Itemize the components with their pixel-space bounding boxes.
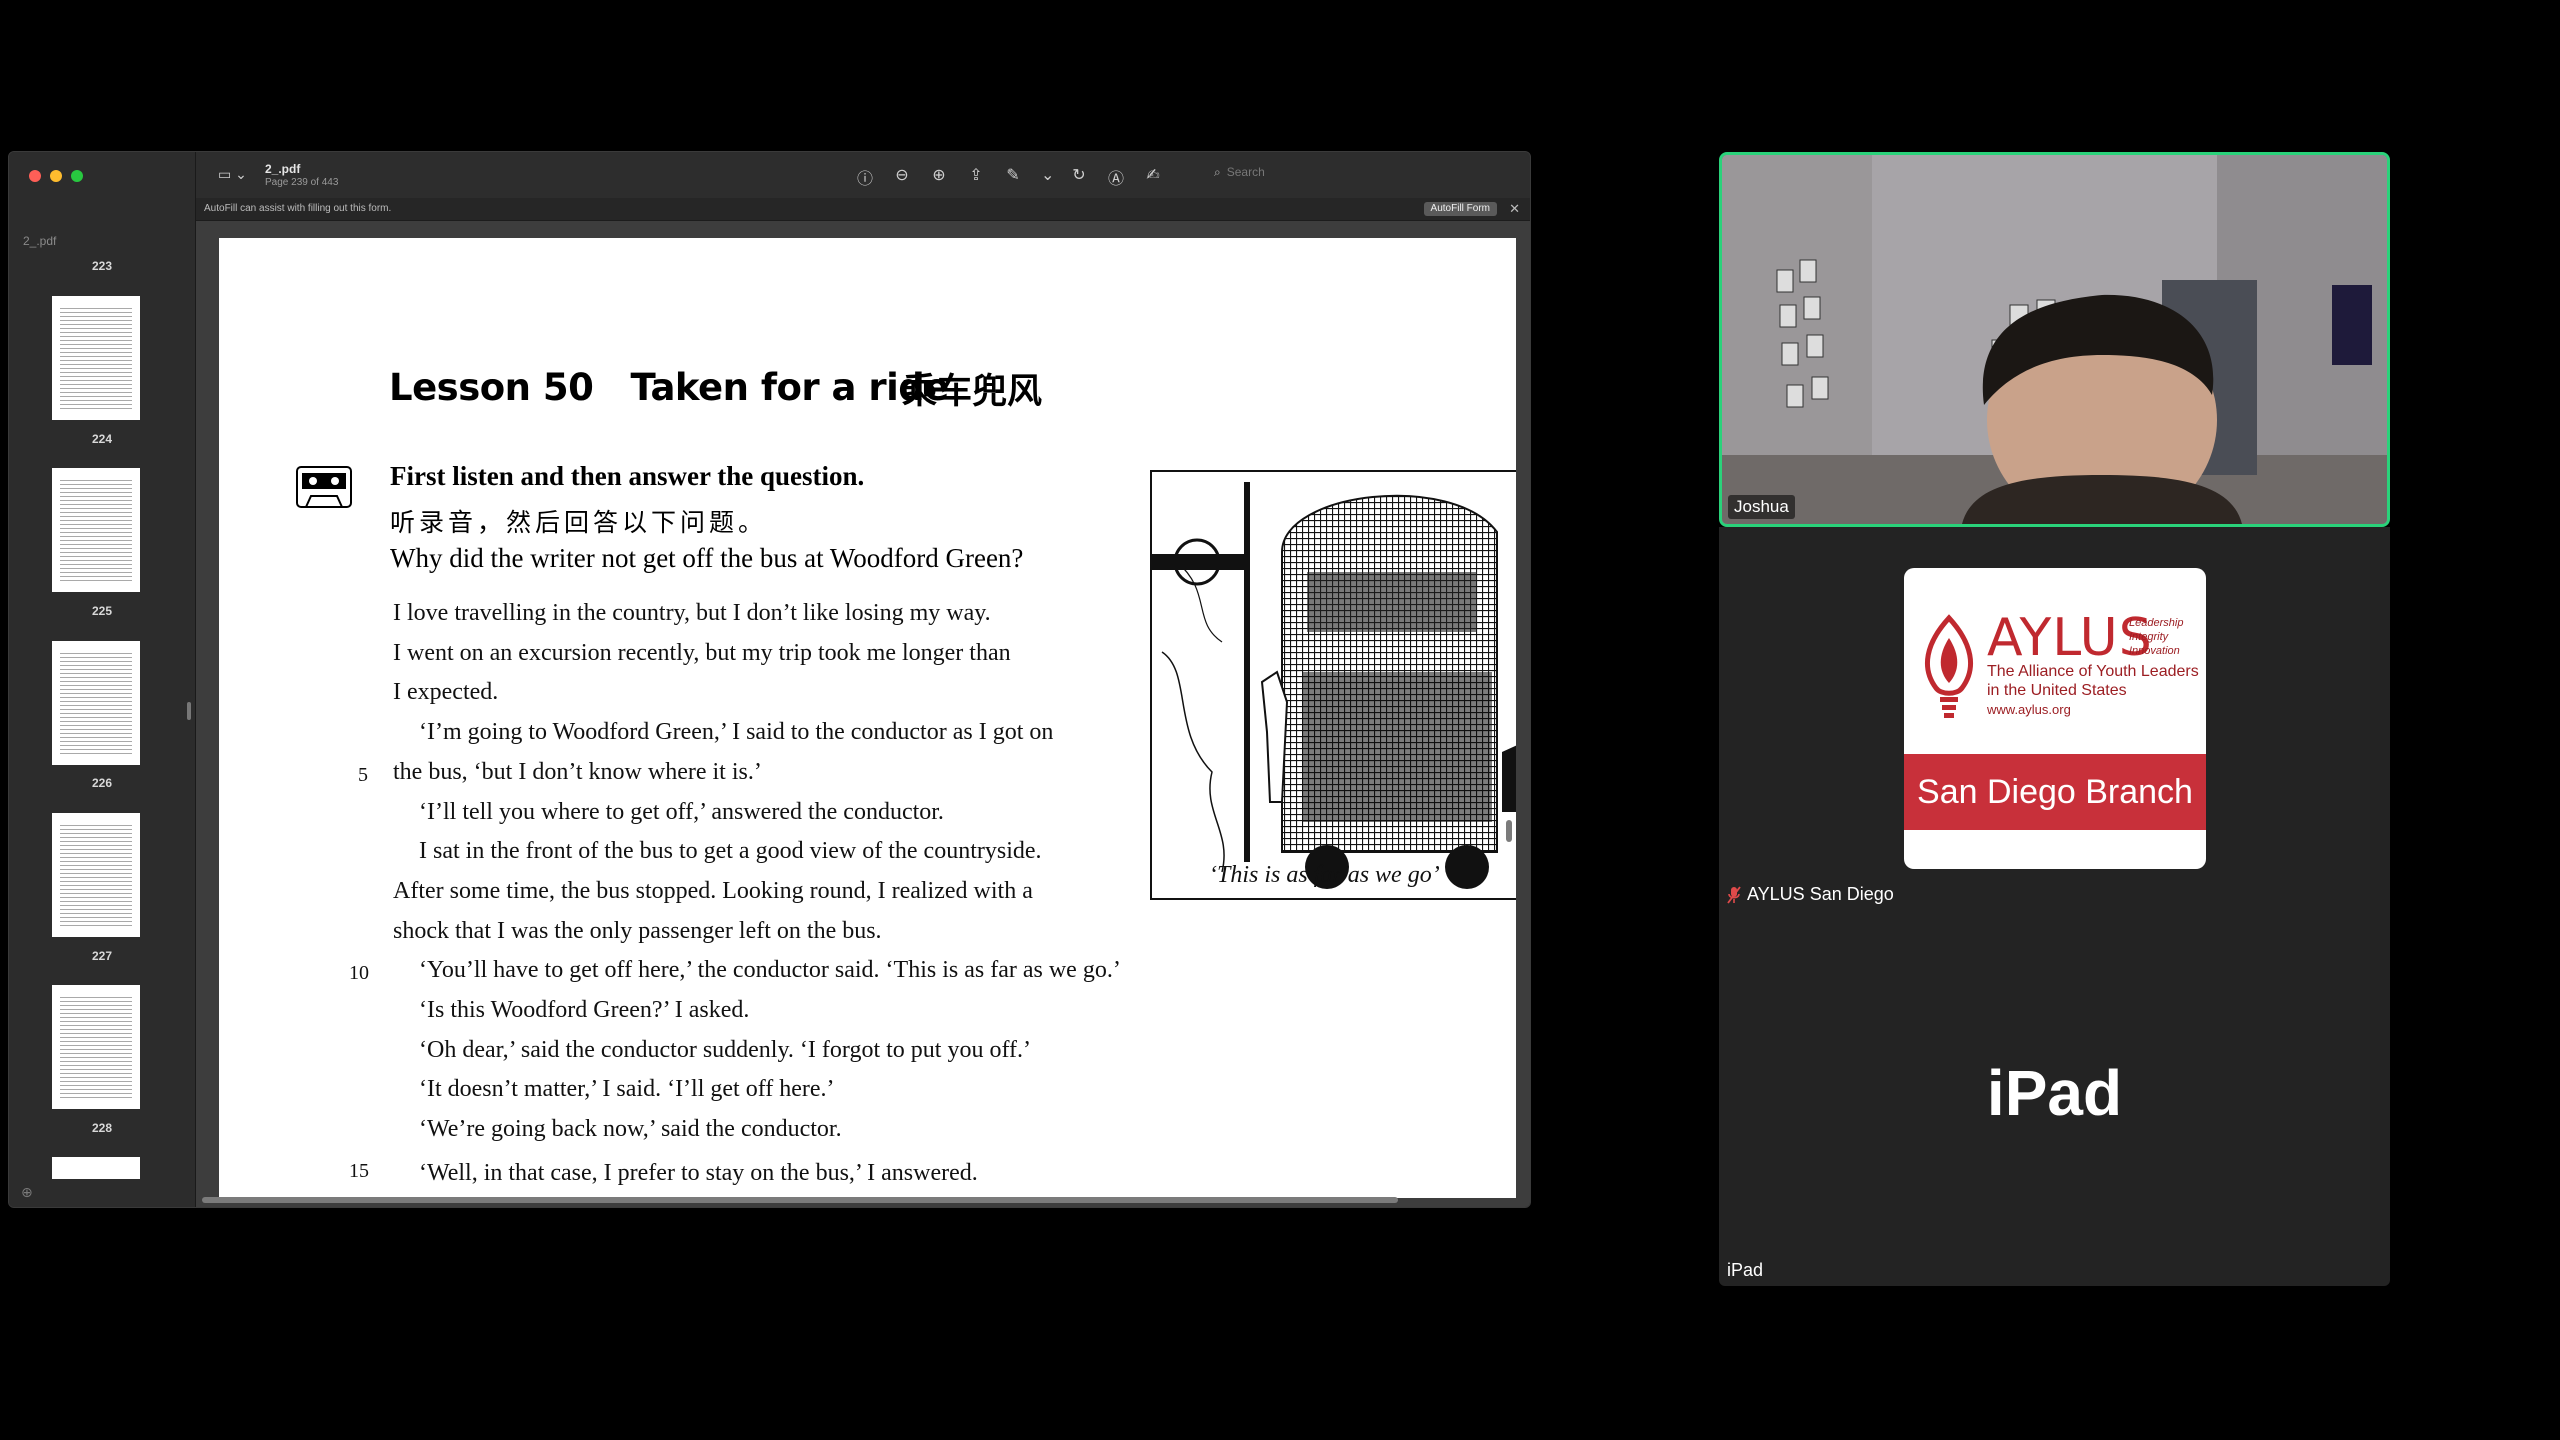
text-line: ‘We’re going back now,’ said the conduct…	[419, 1116, 842, 1142]
instruction-chinese: 听录音，然后回答以下问题。	[390, 508, 768, 537]
mic-muted-icon	[1727, 885, 1741, 904]
markup-icon[interactable]: ✎	[1004, 165, 1022, 189]
line-number: 15	[349, 1160, 369, 1182]
logo-alliance-text: The Alliance of Youth Leaders in the Uni…	[1987, 663, 2199, 699]
text-line: ‘It doesn’t matter,’ I said. ‘I’ll get o…	[419, 1076, 835, 1102]
text-line: I sat in the front of the bus to get a g…	[419, 838, 1042, 864]
torch-logo-icon	[1924, 614, 1974, 718]
text-line: ‘Well, in that case, I prefer to stay on…	[419, 1160, 978, 1186]
share-icon[interactable]: ⇪	[967, 165, 985, 189]
participant-logo-tile[interactable]: AYLUS Leadership Integrity Innovation Th…	[1719, 527, 2390, 913]
question: Why did the writer not get off the bus a…	[390, 543, 1024, 573]
sidebar-resize-handle[interactable]	[187, 702, 191, 720]
participant-video	[1722, 155, 2387, 524]
instruction: First listen and then answer the questio…	[390, 461, 865, 491]
participant-video-tile[interactable]: Joshua	[1719, 152, 2390, 527]
line-number: 5	[358, 764, 368, 786]
thumbnail-page[interactable]	[52, 985, 140, 1109]
zoom-in-icon[interactable]: ⊕	[930, 165, 948, 189]
highlight-icon[interactable]: Ⓐ	[1107, 165, 1125, 189]
text-line: ‘I’ll tell you where to get off,’ answer…	[419, 799, 944, 825]
text-line: I went on an excursion recently, but my …	[393, 640, 1011, 666]
logo-url: www.aylus.org	[1987, 702, 2071, 717]
bus-drawing	[1152, 482, 1516, 889]
text-line: ‘Is this Woodford Green?’ I asked.	[419, 997, 750, 1023]
text-line: ‘Oh dear,’ said the conductor suddenly. …	[419, 1037, 1031, 1063]
text-line: ‘I’m going to Woodford Green,’ I said to…	[419, 719, 1054, 745]
info-icon[interactable]: ⓘ	[856, 165, 874, 189]
search-placeholder: Search	[1226, 165, 1265, 179]
chevron-down-icon[interactable]: ⌄	[1041, 165, 1054, 189]
minimize-window-button[interactable]	[50, 170, 62, 182]
text-line: After some time, the bus stopped. Lookin…	[393, 878, 1033, 904]
cassette-tape-icon	[296, 466, 352, 508]
document-title: 2_.pdf	[265, 162, 301, 176]
close-icon[interactable]: ✕	[1509, 201, 1520, 217]
thumbnail-label: 225	[91, 604, 113, 618]
text-line: I love travelling in the country, but I …	[393, 600, 991, 626]
close-window-button[interactable]	[29, 170, 41, 182]
bus-illustration	[1150, 470, 1516, 900]
thumbnail-label: 228	[91, 1121, 113, 1135]
thumbnail-page[interactable]	[52, 1157, 140, 1179]
participant-ipad-tile[interactable]: iPad iPad	[1719, 913, 2390, 1286]
zoom-out-icon[interactable]: ⊖	[893, 165, 911, 189]
document-area: ▭ ⌄ 2_.pdf Page 239 of 443 ⓘ ⊖ ⊕ ⇪ ✎ ⌄ ↻…	[196, 152, 1530, 1207]
autofill-message: AutoFill can assist with filling out thi…	[204, 203, 392, 214]
horizontal-scrollbar[interactable]	[202, 1197, 1398, 1203]
logo-wordmark: AYLUS	[1987, 608, 2153, 668]
thumbnail-sidebar[interactable]: 2_.pdf 223 224 225 226 227 228 ⊕	[9, 152, 196, 1207]
participant-name-row: AYLUS San Diego	[1727, 884, 1894, 905]
sidebar-file-label: 2_.pdf	[23, 234, 57, 248]
line-number: 10	[349, 962, 369, 984]
sidebar-toggle-button[interactable]: ▭ ⌄	[218, 166, 247, 183]
thumbnail-label: 223	[91, 259, 113, 273]
lesson-title: Lesson 50 Taken for a ride	[389, 366, 949, 409]
page-indicator: Page 239 of 443	[265, 177, 339, 188]
participant-name: iPad	[1727, 1260, 1764, 1280]
rotate-icon[interactable]: ↻	[1070, 165, 1088, 189]
thumbnail-page[interactable]	[52, 813, 140, 937]
add-page-icon[interactable]: ⊕	[21, 1184, 33, 1201]
lesson-title-chinese: 乘车兜风	[902, 372, 1043, 412]
text-line: ‘You’ll have to get off here,’ the condu…	[419, 957, 1121, 983]
thumbnail-label: 226	[91, 776, 113, 790]
autofill-bar: AutoFill can assist with filling out thi…	[196, 198, 1530, 221]
text-line: the bus, ‘but I don’t know where it is.’	[393, 759, 762, 785]
tagline-word: Innovation	[2129, 645, 2180, 657]
logo-tagline: Leadership Integrity Innovation	[2129, 616, 2183, 658]
thumbnail-label: 224	[91, 432, 113, 446]
zoom-window-button[interactable]	[71, 170, 83, 182]
toolbar: ▭ ⌄ 2_.pdf Page 239 of 443 ⓘ ⊖ ⊕ ⇪ ✎ ⌄ ↻…	[196, 152, 1530, 198]
tagline-word: Integrity	[2129, 631, 2169, 643]
participant-name: Joshua	[1728, 495, 1795, 519]
pdf-page[interactable]: Lesson 50 Taken for a ride 乘车兜风 First li…	[219, 238, 1516, 1198]
pdf-viewer-window: 2_.pdf 223 224 225 226 227 228 ⊕ ▭ ⌄ 2_.…	[8, 151, 1531, 1208]
text-line: shock that I was the only passenger left…	[393, 918, 882, 944]
logo-branch-band: San Diego Branch	[1904, 754, 2206, 830]
window-controls	[29, 170, 83, 182]
vertical-scrollbar[interactable]	[1506, 820, 1512, 842]
search-field[interactable]: ⌕ Search	[1214, 165, 1514, 185]
aylus-logo: AYLUS Leadership Integrity Innovation Th…	[1904, 568, 2206, 869]
thumbnail-page[interactable]	[52, 468, 140, 592]
text-line: I expected.	[393, 679, 499, 705]
thumbnail-label: 227	[91, 949, 113, 963]
participant-display-name: iPad	[1986, 1057, 2123, 1129]
toolbar-icons: ⓘ ⊖ ⊕ ⇪ ✎ ⌄ ↻ Ⓐ ✍	[856, 165, 1162, 189]
autofill-form-button[interactable]: AutoFill Form	[1423, 202, 1497, 216]
thumbnail-page[interactable]	[52, 296, 140, 420]
participant-name: AYLUS San Diego	[1747, 884, 1894, 904]
tagline-word: Leadership	[2129, 617, 2184, 629]
illustration-caption: ‘This is as far as we go’	[1209, 862, 1440, 888]
sign-icon[interactable]: ✍	[1144, 165, 1162, 189]
thumbnail-page[interactable]	[52, 641, 140, 765]
search-icon: ⌕	[1214, 165, 1221, 179]
